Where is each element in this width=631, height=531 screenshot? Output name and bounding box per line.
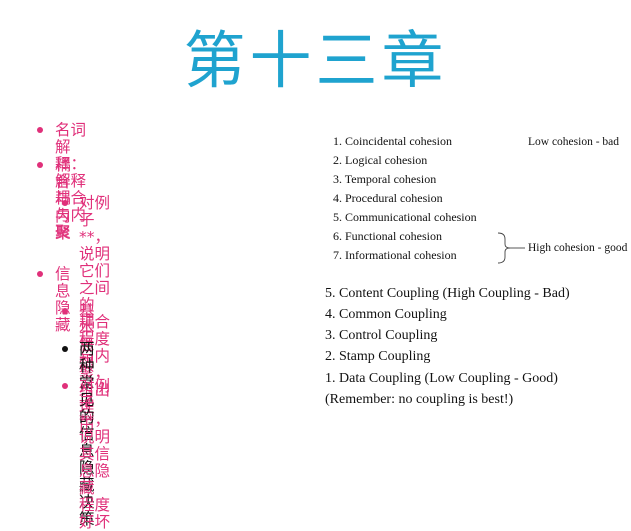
bullet-dot-icon	[62, 308, 68, 314]
cohesion-item: 1. Coincidental cohesion	[333, 134, 452, 148]
page-title: 第十三章	[183, 24, 448, 97]
coupling-item: 4. Common Coupling	[325, 307, 447, 322]
bullet-dot-icon	[62, 346, 68, 352]
coupling-item: 3. Control Coupling	[325, 328, 438, 343]
bullet-dot-icon	[62, 200, 68, 206]
coupling-item: 1. Data Coupling (Low Coupling - Good)	[325, 371, 558, 386]
bullet-dot-icon	[62, 383, 68, 389]
cohesion-item: 3. Temporal cohesion	[333, 172, 437, 186]
sub-bullet-item: 对例子**，说明其信息隐藏 程度好坏	[62, 378, 110, 531]
cohesion-item: 7. Informational cohesion	[333, 248, 457, 262]
high-cohesion-label: High cohesion - good	[528, 242, 628, 254]
coupling-item: 5. Content Coupling (High Coupling - Bad…	[325, 286, 570, 301]
cohesion-item: 2. Logical cohesion	[333, 153, 428, 167]
bullet-dot-icon	[37, 271, 43, 277]
bullet-dot-icon	[37, 162, 43, 168]
coupling-item: 2. Stamp Coupling	[325, 349, 431, 364]
cohesion-item: 5. Communicational cohesion	[333, 210, 477, 224]
cohesion-item: 4. Procedural cohesion	[333, 191, 443, 205]
low-cohesion-label: Low cohesion - bad	[528, 136, 620, 148]
brace-icon	[497, 232, 525, 264]
bullet-item: 信息隐藏	[37, 266, 71, 334]
cohesion-item: 6. Functional cohesion	[333, 229, 442, 243]
coupling-note: (Remember: no coupling is best!)	[325, 392, 514, 407]
bullet-dot-icon	[37, 127, 43, 133]
